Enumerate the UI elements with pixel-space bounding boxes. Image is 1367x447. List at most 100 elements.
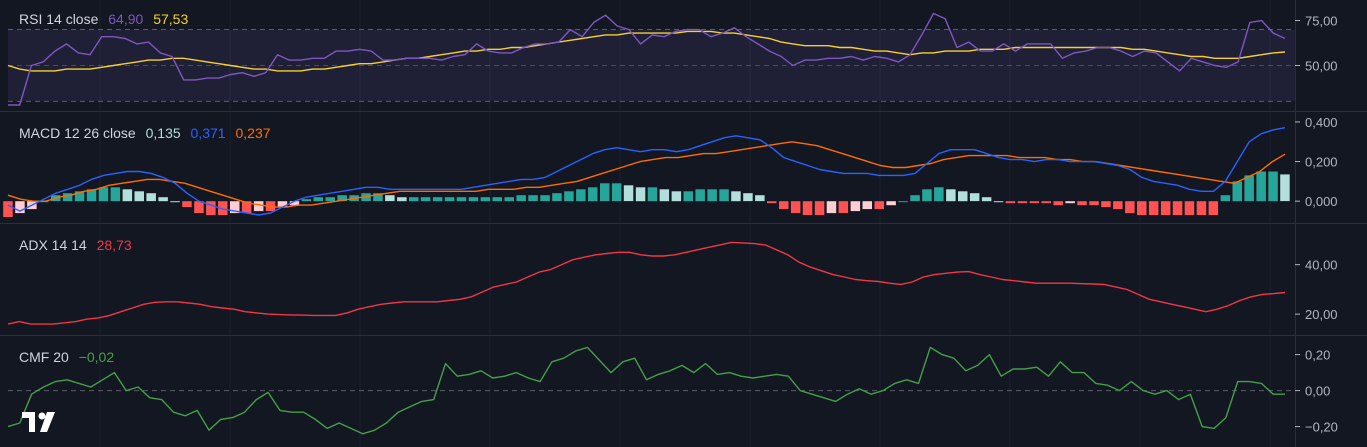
macd-histogram-bar <box>1113 201 1123 210</box>
macd-histogram-bar <box>862 201 872 210</box>
y-tick-label: 0,000 <box>1305 194 1338 209</box>
adx-legend: ADX 14 14 28,73 <box>19 237 138 253</box>
macd-histogram-bar <box>755 195 765 202</box>
indicator-chart[interactable]: 75,00 50,00 0,400 0,200 0,000 40,00 20,00 0,20 0… <box>0 0 1367 447</box>
macd-histogram-bar <box>1005 201 1016 204</box>
macd-histogram-bar <box>600 183 610 202</box>
macd-histogram-bar <box>253 201 264 212</box>
macd-histogram-bar <box>731 191 741 202</box>
macd-histogram-bar <box>420 197 431 202</box>
macd-histogram-bar <box>946 189 956 202</box>
macd-histogram-bar <box>611 183 622 202</box>
macd-histogram-bar <box>743 193 753 202</box>
macd-histogram-bar <box>146 193 156 202</box>
macd-histogram-bar <box>635 187 646 202</box>
macd-histogram-bar <box>122 189 133 202</box>
y-tick-label: 0,00 <box>1305 384 1330 399</box>
macd-histogram-bar <box>1256 171 1266 202</box>
macd-histogram-bar <box>1280 174 1290 202</box>
macd-histogram-bar <box>134 191 144 202</box>
macd-histogram-bar <box>3 201 13 217</box>
macd-histogram-bar <box>647 187 658 202</box>
macd-histogram-bar <box>528 195 538 202</box>
macd-histogram-bar <box>659 189 670 202</box>
macd-histogram-bar <box>826 201 837 214</box>
y-tick-label: 75,00 <box>1305 14 1338 29</box>
macd-histogram-bar <box>838 201 849 214</box>
macd-histogram-bar <box>516 195 526 202</box>
macd-histogram-bar <box>1220 195 1231 202</box>
macd-histogram-bar <box>1029 201 1040 204</box>
macd-histogram-bar <box>1244 175 1254 202</box>
macd-histogram-bar <box>325 197 335 202</box>
macd-histogram-bar <box>1268 171 1278 202</box>
macd-histogram-bar <box>695 189 705 202</box>
macd-histogram-bar <box>958 191 968 202</box>
rsi-ma-value: 57,53 <box>153 11 189 27</box>
macd-histogram-bar <box>898 201 908 203</box>
macd-histogram-bar <box>934 187 944 202</box>
macd-histogram-bar <box>623 185 634 202</box>
macd-histogram-bar <box>313 197 323 202</box>
macd-histogram-bar <box>683 191 693 202</box>
macd-histogram-bar <box>790 201 801 214</box>
macd-histogram-bar <box>385 195 395 202</box>
macd-histogram-bar <box>397 197 407 202</box>
macd-histogram-bar <box>182 201 192 208</box>
macd-legend: MACD 12 26 close 0,135 0,371 0,237 <box>19 125 277 141</box>
macd-histogram-bar <box>1137 201 1147 216</box>
macd-histogram-bar <box>1125 201 1135 214</box>
macd-histogram-bar <box>552 193 562 202</box>
macd-histogram-bar <box>1208 201 1219 216</box>
tradingview-logo-icon[interactable] <box>22 412 60 439</box>
macd-signal-value: 0,237 <box>235 125 271 141</box>
y-tick-label: 20,00 <box>1305 307 1338 322</box>
y-tick-label: 0,200 <box>1305 155 1338 170</box>
macd-histogram-bar <box>444 197 455 202</box>
macd-histogram-bar <box>850 201 861 212</box>
macd-histogram-bar <box>1065 201 1075 204</box>
y-tick-label: 50,00 <box>1305 58 1338 73</box>
macd-histogram-bar <box>1160 201 1171 216</box>
adx-value: 28,73 <box>96 237 132 253</box>
macd-histogram-bar <box>1053 201 1063 206</box>
rsi-value: 64,90 <box>108 11 144 27</box>
macd-histogram-bar <box>480 197 491 202</box>
macd-histogram-bar <box>910 195 920 202</box>
macd-histogram-bar <box>1077 201 1087 206</box>
macd-value: 0,371 <box>190 125 226 141</box>
macd-histogram-bar <box>1041 201 1051 204</box>
macd-histogram-bar <box>301 199 312 202</box>
macd-histogram-bar <box>969 193 980 202</box>
macd-histogram-bar <box>1017 201 1028 204</box>
macd-histogram-bar <box>564 191 574 202</box>
macd-title: MACD 12 26 close <box>19 125 136 141</box>
y-tick-label: −0,20 <box>1305 420 1338 435</box>
macd-histogram-bar <box>588 187 598 202</box>
macd-histogram-bar <box>62 193 73 202</box>
macd-histogram-bar <box>802 201 813 216</box>
macd-histogram-bar <box>158 197 168 202</box>
macd-histogram-bar <box>707 189 717 202</box>
macd-histogram-bar <box>576 189 586 202</box>
macd-histogram-bar <box>886 201 896 206</box>
macd-histogram-bar <box>504 197 514 202</box>
macd-histogram-bar <box>1089 201 1099 206</box>
macd-histogram-bar <box>814 201 825 216</box>
macd-histogram-bar <box>540 195 550 202</box>
macd-histogram-bar <box>993 201 1004 203</box>
cmf-legend: CMF 20 −0,02 <box>19 349 120 365</box>
macd-histogram-bar <box>671 191 682 202</box>
macd-histogram-bar <box>98 187 109 202</box>
macd-histogram-bar <box>874 201 884 210</box>
macd-hist-value: 0,135 <box>145 125 181 141</box>
macd-histogram-bar <box>1232 181 1242 202</box>
macd-histogram-bar <box>1172 201 1183 216</box>
y-tick-label: 40,00 <box>1305 258 1338 273</box>
cmf-value: −0,02 <box>78 349 115 365</box>
cmf-title: CMF 20 <box>19 349 69 365</box>
macd-histogram-bar <box>981 197 992 202</box>
macd-histogram-bar <box>767 201 777 204</box>
adx-title: ADX 14 14 <box>19 237 87 253</box>
macd-histogram-bar <box>1184 201 1195 216</box>
